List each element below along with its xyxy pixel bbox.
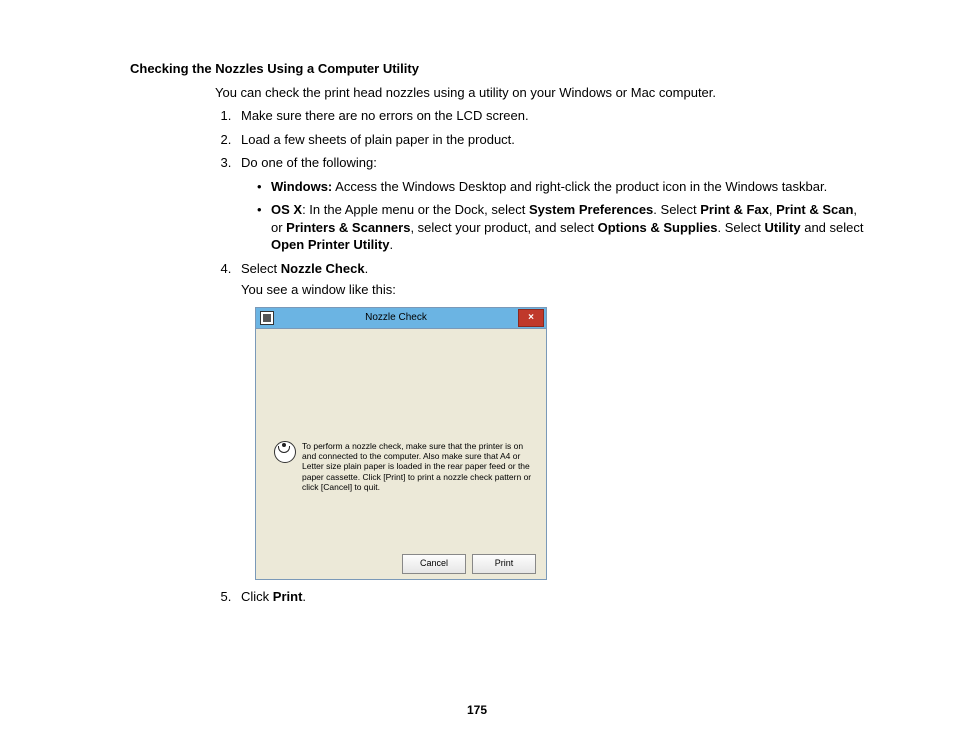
step-3-lead: Do one of the following: bbox=[241, 155, 377, 170]
dialog-body: To perform a nozzle check, make sure tha… bbox=[256, 329, 546, 549]
section-heading: Checking the Nozzles Using a Computer Ut… bbox=[130, 60, 864, 78]
page-number: 175 bbox=[0, 702, 954, 718]
dialog-button-row: Cancel Print bbox=[256, 549, 546, 579]
dialog-title: Nozzle Check bbox=[278, 311, 514, 325]
dialog-system-icon bbox=[260, 311, 274, 325]
bullet-windows-text: Access the Windows Desktop and right-cli… bbox=[332, 179, 827, 194]
bullet-osx: OS X: In the Apple menu or the Dock, sel… bbox=[257, 201, 864, 254]
step-2: Load a few sheets of plain paper in the … bbox=[235, 131, 864, 149]
intro-text: You can check the print head nozzles usi… bbox=[215, 84, 864, 102]
bullet-windows-label: Windows: bbox=[271, 179, 332, 194]
step-4-follow: You see a window like this: bbox=[241, 281, 864, 299]
step-1: Make sure there are no errors on the LCD… bbox=[235, 107, 864, 125]
dialog-titlebar: Nozzle Check × bbox=[256, 308, 546, 329]
steps-list-cont: Click Print. bbox=[235, 588, 864, 606]
cancel-button[interactable]: Cancel bbox=[402, 554, 466, 574]
steps-list: Make sure there are no errors on the LCD… bbox=[235, 107, 864, 299]
close-button[interactable]: × bbox=[518, 309, 544, 327]
bullet-windows: Windows: Access the Windows Desktop and … bbox=[257, 178, 864, 196]
dialog-message-text: To perform a nozzle check, make sure tha… bbox=[302, 441, 532, 492]
print-button[interactable]: Print bbox=[472, 554, 536, 574]
document-page: Checking the Nozzles Using a Computer Ut… bbox=[0, 0, 954, 738]
dialog-screenshot: Nozzle Check × To perform a nozzle check… bbox=[255, 307, 864, 580]
dialog-message-row: To perform a nozzle check, make sure tha… bbox=[274, 441, 532, 492]
step-3-bullets: Windows: Access the Windows Desktop and … bbox=[257, 178, 864, 254]
bullet-osx-label: OS X bbox=[271, 202, 302, 217]
printer-icon bbox=[274, 441, 296, 463]
step-5: Click Print. bbox=[235, 588, 864, 606]
nozzle-check-dialog: Nozzle Check × To perform a nozzle check… bbox=[255, 307, 547, 580]
step-3: Do one of the following: Windows: Access… bbox=[235, 154, 864, 254]
step-4: Select Nozzle Check. You see a window li… bbox=[235, 260, 864, 299]
